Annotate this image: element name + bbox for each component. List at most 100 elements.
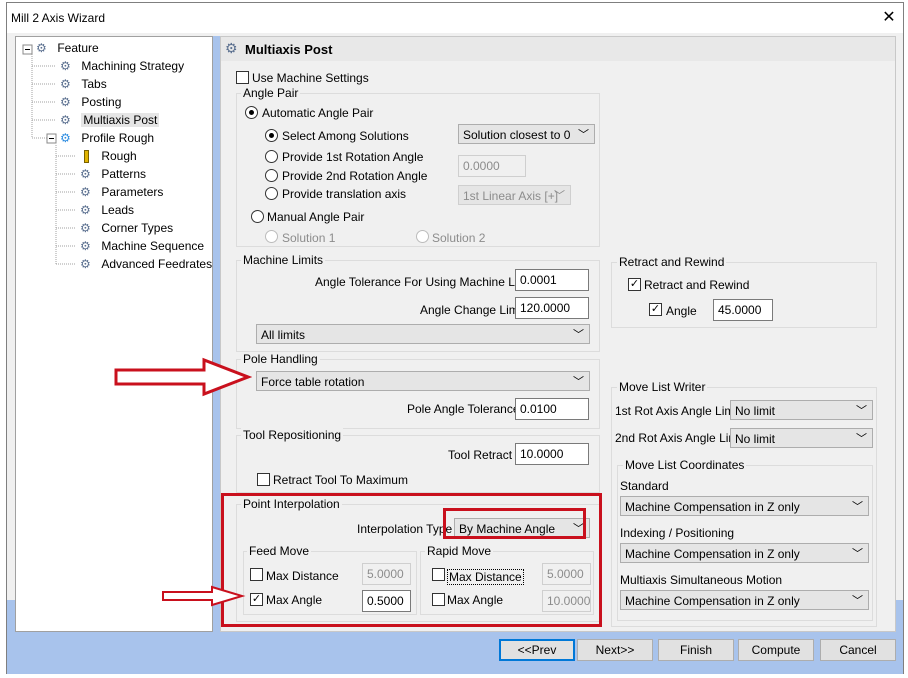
gear-icon: ⚙ — [225, 40, 238, 56]
tree-item-label: Machine Sequence — [101, 239, 205, 253]
tree-item-multiaxis-post[interactable]: ⚙ Multiaxis Post — [60, 113, 160, 127]
multiaxis-dropdown[interactable]: Machine Compensation in Z only ﹀ — [620, 590, 869, 610]
rot2-limit-label: 2nd Rot Axis Angle Limit — [615, 431, 745, 445]
retract-to-max-label: Retract Tool To Maximum — [273, 473, 408, 487]
close-icon[interactable]: ✕ — [879, 8, 899, 28]
translation-axis-dropdown[interactable]: 1st Linear Axis [+] ﹀ — [458, 185, 571, 205]
panel-title: Multiaxis Post — [245, 42, 333, 57]
chevron-down-icon: ﹀ — [554, 190, 565, 202]
gear-icon: ⚙ — [80, 185, 91, 199]
rot2-limit-dropdown[interactable]: No limit ﹀ — [730, 428, 873, 448]
tree-item-label: Machining Strategy — [81, 59, 185, 73]
gears-icon: ⚙ — [36, 41, 47, 55]
pole-mode-dropdown[interactable]: Force table rotation ﹀ — [256, 371, 590, 391]
retract-to-max-checkbox[interactable] — [257, 473, 270, 486]
machine-limits-label: Machine Limits — [241, 253, 326, 267]
retract-rewind-checkbox-label: Retract and Rewind — [644, 278, 750, 292]
provide-translation-label: Provide translation axis — [282, 187, 407, 201]
chevron-down-icon: ﹀ — [852, 548, 863, 560]
provide-1st-rotation-label: Provide 1st Rotation Angle — [282, 150, 424, 164]
tree-item-patterns[interactable]: ⚙ Patterns — [80, 167, 146, 181]
limits-dropdown[interactable]: All limits ﹀ — [256, 324, 590, 344]
tree-item-label: Parameters — [101, 185, 164, 199]
provide-2nd-rotation-radio[interactable] — [265, 169, 278, 182]
tree-item-leads[interactable]: ⚙ Leads — [80, 203, 134, 217]
multiaxis-label: Multiaxis Simultaneous Motion — [620, 573, 783, 587]
angle-checkbox[interactable]: ✓ — [649, 303, 662, 316]
solution-value: Solution closest to 0 — [463, 128, 571, 142]
tree-item-tabs[interactable]: ⚙ Tabs — [60, 77, 107, 91]
tree-item-label: Posting — [81, 95, 122, 109]
tool-retract-field[interactable]: 10.0000 — [515, 443, 589, 465]
solution1-radio[interactable] — [265, 230, 278, 243]
move-list-writer-label: Move List Writer — [617, 380, 708, 394]
gear-icon: ⚙ — [60, 77, 71, 91]
tree-item-advanced-feedrates[interactable]: ⚙ Advanced Feedrates — [80, 257, 212, 271]
pole-tolerance-label: Pole Angle Tolerance — [407, 402, 520, 416]
prev-button[interactable]: <<Prev — [499, 639, 575, 661]
compute-button[interactable]: Compute — [738, 639, 814, 661]
standard-dropdown[interactable]: Machine Compensation in Z only ﹀ — [620, 496, 869, 516]
pole-handling-label: Pole Handling — [241, 352, 320, 366]
tree-item-label: Rough — [101, 149, 137, 163]
rot1-limit-dropdown[interactable]: No limit ﹀ — [730, 400, 873, 420]
tree-item-machine-sequence[interactable]: ⚙ Machine Sequence — [80, 239, 204, 253]
title-bar: Mill 2 Axis Wizard ✕ — [7, 3, 903, 33]
provide-2nd-rotation-label: Provide 2nd Rotation Angle — [282, 169, 428, 183]
gear-icon: ⚙ — [60, 59, 71, 73]
annotation-arrow-max-angle — [162, 585, 246, 607]
pole-tolerance-field[interactable]: 0.0100 — [515, 398, 589, 420]
tree-item-label: Profile Rough — [81, 131, 155, 145]
tool-repositioning-label: Tool Repositioning — [241, 428, 344, 442]
panel-header: ⚙ Multiaxis Post — [221, 37, 895, 61]
pole-tolerance-value: 0.0100 — [520, 402, 557, 416]
use-machine-settings-checkbox[interactable] — [236, 71, 249, 84]
manual-angle-pair-radio[interactable] — [251, 210, 264, 223]
gear-icon: ⚙ — [80, 257, 91, 271]
chevron-down-icon: ﹀ — [573, 329, 584, 341]
manual-angle-pair-label: Manual Angle Pair — [267, 210, 365, 224]
tree-item-rough[interactable]: Rough — [80, 149, 137, 164]
tool-retract-label: Tool Retract — [448, 448, 513, 462]
angle-tolerance-field[interactable]: 0.0001 — [515, 269, 589, 291]
select-among-solutions-radio[interactable] — [265, 129, 278, 142]
tool-icon — [80, 149, 94, 164]
solution2-radio[interactable] — [416, 230, 429, 243]
splitter[interactable] — [213, 36, 220, 632]
rotation-angle-field[interactable]: 0.0000 — [458, 155, 526, 177]
angle-change-field[interactable]: 120.0000 — [515, 297, 589, 319]
solution-dropdown[interactable]: Solution closest to 0 ﹀ — [458, 124, 595, 144]
tree-item-profile-rough[interactable]: ⚙ Profile Rough — [60, 131, 154, 145]
gear-icon: ⚙ — [60, 113, 71, 127]
cancel-button[interactable]: Cancel — [820, 639, 896, 661]
use-machine-settings-label: Use Machine Settings — [252, 71, 369, 85]
finish-button[interactable]: Finish — [658, 639, 734, 661]
tree-item-feature[interactable]: ⚙ Feature — [36, 41, 99, 55]
chevron-down-icon: ﹀ — [578, 129, 589, 141]
tree-item-posting[interactable]: ⚙ Posting — [60, 95, 121, 109]
provide-1st-rotation-radio[interactable] — [265, 150, 278, 163]
tree-item-corner-types[interactable]: ⚙ Corner Types — [80, 221, 173, 235]
window-title: Mill 2 Axis Wizard — [11, 11, 106, 25]
automatic-angle-pair-label: Automatic Angle Pair — [262, 106, 374, 120]
select-among-solutions-label: Select Among Solutions — [282, 129, 409, 143]
tree-item-parameters[interactable]: ⚙ Parameters — [80, 185, 163, 199]
retract-rewind-checkbox[interactable]: ✓ — [628, 278, 641, 291]
blue-gear-icon: ⚙ — [60, 131, 71, 145]
tree-item-label: Tabs — [81, 77, 107, 91]
feature-tree: ⚙ Feature ⚙ Machining Strategy ⚙ Tabs ⚙ … — [15, 36, 213, 632]
provide-translation-radio[interactable] — [265, 187, 278, 200]
tree-item-label: Patterns — [101, 167, 147, 181]
solution1-label: Solution 1 — [282, 231, 336, 245]
tree-item-label: Leads — [101, 203, 135, 217]
automatic-angle-pair-radio[interactable] — [245, 106, 258, 119]
chevron-down-icon: ﹀ — [852, 501, 863, 513]
angle-change-label: Angle Change Limit — [420, 303, 525, 317]
retract-angle-field[interactable]: 45.0000 — [713, 299, 773, 321]
gear-icon: ⚙ — [80, 167, 91, 181]
move-list-coordinates-label: Move List Coordinates — [623, 458, 747, 472]
next-button[interactable]: Next>> — [577, 639, 653, 661]
tree-item-machining-strategy[interactable]: ⚙ Machining Strategy — [60, 59, 184, 73]
indexing-dropdown[interactable]: Machine Compensation in Z only ﹀ — [620, 543, 869, 563]
tree-item-label: Multiaxis Post — [81, 113, 160, 127]
